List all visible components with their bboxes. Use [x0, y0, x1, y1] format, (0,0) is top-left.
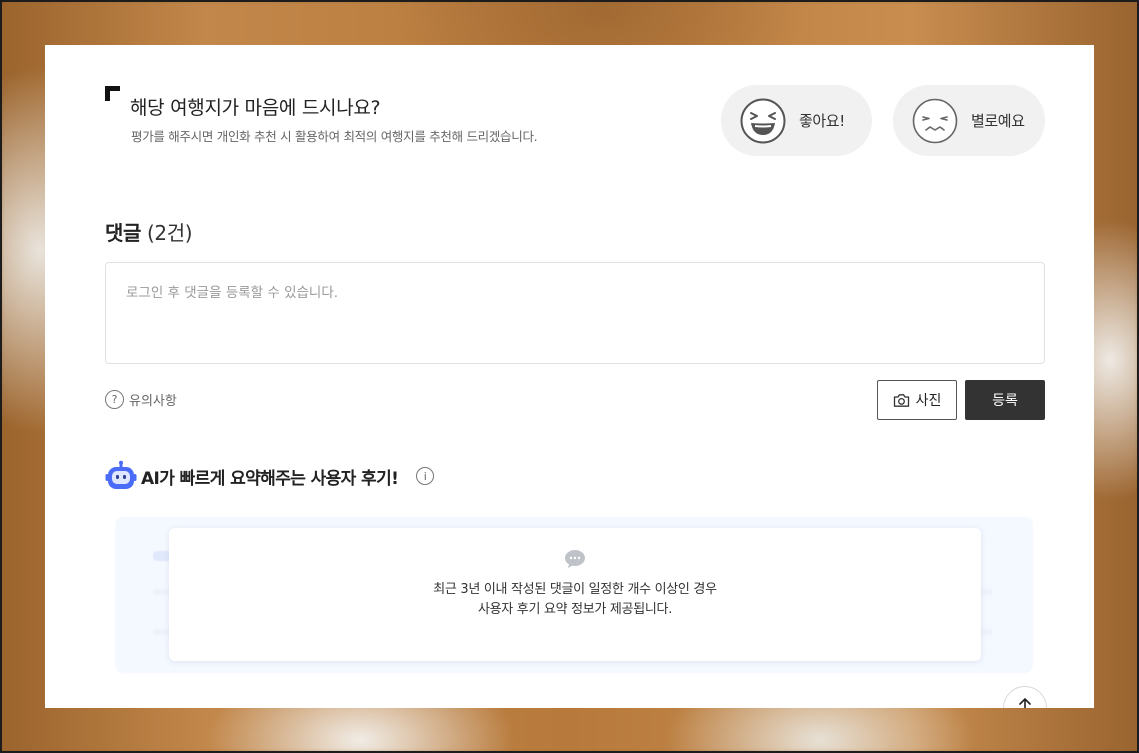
- ai-summary-title: AI가 빠르게 요약해주는 사용자 후기!: [141, 468, 399, 489]
- submit-button[interactable]: 등록: [965, 380, 1045, 420]
- photo-button[interactable]: 사진: [877, 380, 957, 420]
- photo-label: 사진: [915, 393, 942, 409]
- comment-count: (2건): [146, 221, 193, 245]
- frowning-face-icon: [912, 98, 958, 143]
- like-label: 좋아요!: [799, 112, 845, 130]
- robot-icon: [105, 460, 137, 489]
- rating-subtitle: 평가를 해주시면 개인화 추천 시 활용하여 최적의 여행지를 추천해 드리겠습…: [131, 129, 538, 144]
- question-icon: ?: [105, 390, 124, 409]
- content-panel: 해당 여행지가 마음에 드시나요? 평가를 해주시면 개인화 추천 시 활용하여…: [45, 45, 1094, 708]
- laughing-face-icon: [740, 98, 786, 143]
- camera-icon: [893, 393, 909, 407]
- rating-title: 해당 여행지가 마음에 드시나요?: [130, 97, 381, 119]
- dislike-label: 별로예요: [971, 112, 1025, 130]
- like-button[interactable]: 좋아요!: [721, 85, 872, 156]
- arrow-up-icon: [1019, 698, 1031, 708]
- info-icon[interactable]: i: [416, 467, 435, 485]
- ai-summary-message-line1: 최근 3년 이내 작성된 댓글이 일정한 개수 이상인 경우: [433, 582, 717, 597]
- comment-heading: 댓글 (2건): [105, 217, 193, 246]
- ai-summary-header: AI가 빠르게 요약해주는 사용자 후기! i: [105, 460, 435, 492]
- notice-label: 유의사항: [129, 394, 177, 409]
- comment-input[interactable]: [105, 262, 1045, 364]
- ai-summary-message-line2: 사용자 후기 요약 정보가 제공됩니다.: [477, 602, 673, 617]
- comment-heading-label: 댓글: [105, 221, 141, 245]
- scroll-top-button[interactable]: [1003, 686, 1047, 708]
- ai-summary-card: 최근 3년 이내 작성된 댓글이 일정한 개수 이상인 경우 사용자 후기 요약…: [169, 528, 981, 661]
- chat-bubble-icon: [565, 550, 585, 568]
- dislike-button[interactable]: 별로예요: [893, 85, 1045, 156]
- corner-mark: [105, 86, 120, 101]
- notice-link[interactable]: ? 유의사항: [105, 390, 177, 409]
